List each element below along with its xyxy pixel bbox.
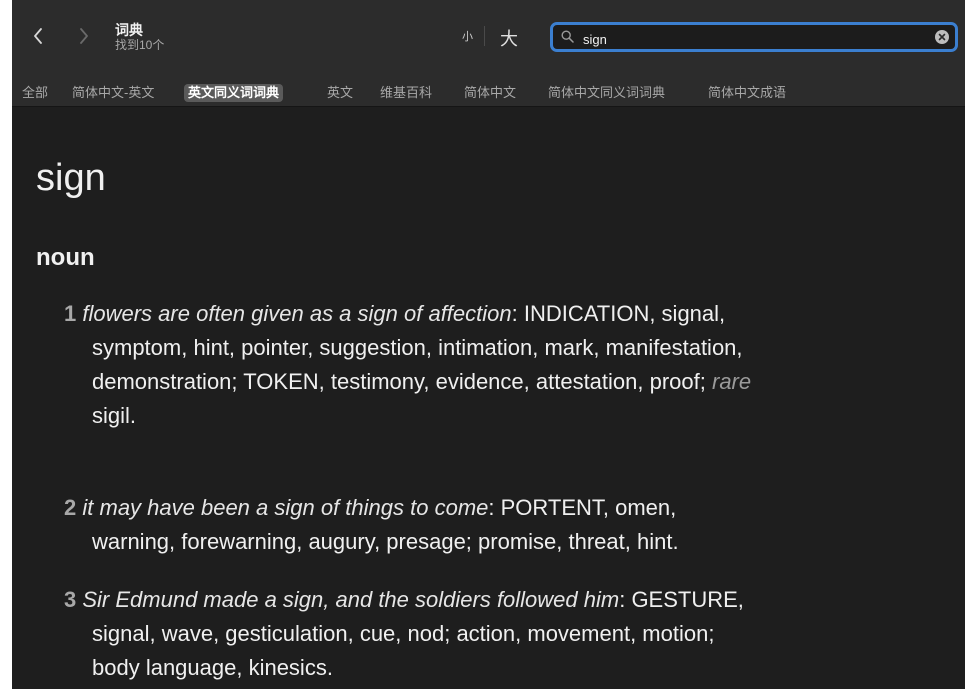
chevron-left-icon [34,28,42,44]
tab-chinese[interactable]: 简体中文 [460,84,520,102]
font-smaller-button[interactable]: 小 [462,28,473,44]
toolbar: 词典 找到10个 小 大 [12,0,965,80]
search-icon [561,30,574,48]
sense-synonyms-line: signal, wave, gesticulation, cue, nod; a… [92,621,715,646]
dictionary-window: 词典 找到10个 小 大 全部 简体中文-英文 英文同义词词典 英文 [12,0,965,689]
sense-synonyms-line: body language, kinesics. [92,655,333,680]
search-input[interactable] [581,28,915,50]
part-of-speech: noun [36,244,95,271]
sense-synonyms: : GESTURE, [619,587,744,612]
forward-button[interactable] [74,22,94,50]
tab-wikipedia[interactable]: 维基百科 [376,84,436,102]
sense-number: 2 [64,495,77,520]
dictionary-tabs: 全部 简体中文-英文 英文同义词词典 英文 维基百科 简体中文 简体中文同义词词… [12,80,965,107]
sense-3: 3 Sir Edmund made a sign, and the soldie… [64,583,944,685]
sense-number: 1 [64,301,77,326]
tab-chinese-english[interactable]: 简体中文-英文 [68,84,158,102]
font-larger-button[interactable]: 大 [500,25,518,51]
sense-synonyms: : INDICATION, signal, [511,301,726,326]
sense-number: 3 [64,587,77,612]
sense-example: flowers are often given as a sign of aff… [82,301,512,326]
sense-synonyms-line: sigil. [92,403,137,428]
title-block: 词典 找到10个 [115,22,164,53]
chevron-right-icon [80,28,88,44]
sense-synonyms-line: symptom, hint, pointer, suggestion, inti… [92,335,743,360]
tab-english[interactable]: 英文 [323,84,357,102]
back-button[interactable] [28,22,48,50]
tab-chinese-idioms[interactable]: 简体中文成语 [704,84,790,102]
register-label: rare [712,369,752,394]
font-size-divider [484,26,485,46]
headword: sign [36,157,106,199]
sense-synonyms-line: demonstration; TOKEN, testimony, evidenc… [92,369,712,394]
tab-all[interactable]: 全部 [18,84,52,102]
window-left-edge [0,0,12,689]
app-title: 词典 [115,22,143,38]
sense-1: 1 flowers are often given as a sign of a… [64,297,944,433]
sense-synonyms: : PORTENT, omen, [488,495,677,520]
sense-example: Sir Edmund made a sign, and the soldiers… [82,587,620,612]
sense-example: it may have been a sign of things to com… [82,495,489,520]
entry-content: sign noun 1 flowers are often given as a… [12,107,965,689]
result-count: 找到10个 [115,38,165,52]
search-field[interactable] [550,22,958,52]
close-icon [938,33,946,41]
sense-2: 2 it may have been a sign of things to c… [64,491,944,559]
sense-synonyms-line: warning, forewarning, augury, presage; p… [92,529,679,554]
clear-search-button[interactable] [935,30,949,44]
tab-english-thesaurus[interactable]: 英文同义词词典 [184,84,284,102]
tab-chinese-thesaurus[interactable]: 简体中文同义词词典 [544,84,669,102]
